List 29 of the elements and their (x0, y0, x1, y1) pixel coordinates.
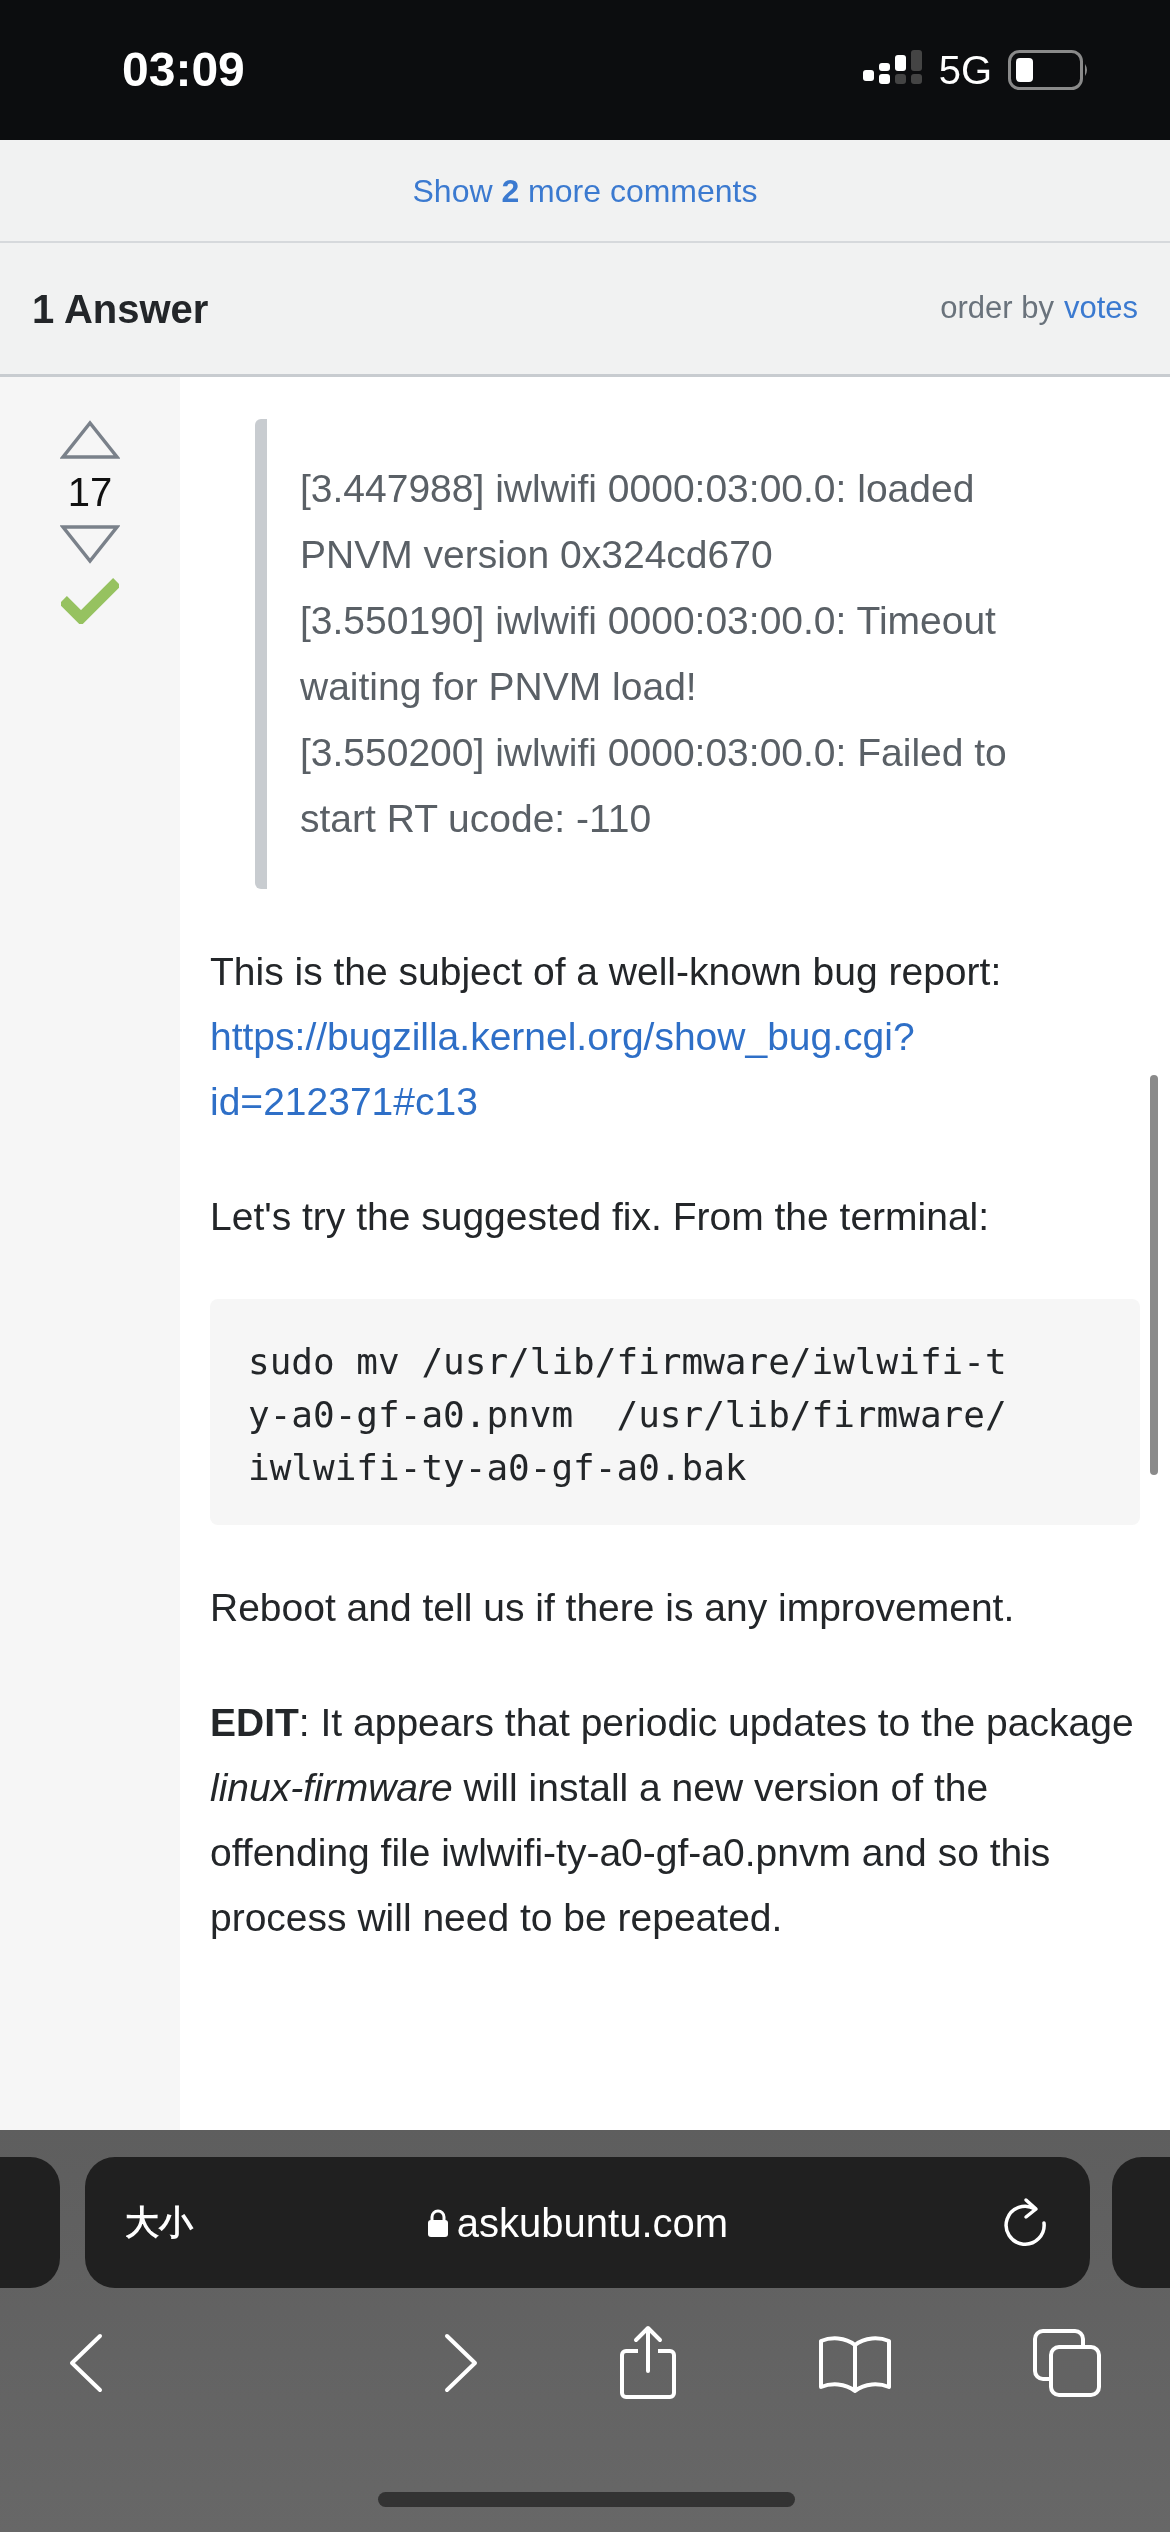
url-text: askubuntu.com (456, 2199, 729, 2247)
forward-button[interactable] (443, 2333, 479, 2393)
clock-time: 03:09 (122, 42, 245, 98)
tabs-button[interactable] (1032, 2328, 1102, 2398)
order-label: order by (940, 289, 1054, 328)
answer-paragraph: Let's try the suggested fix. From the terminal: (210, 1194, 991, 1240)
tab-pill[interactable] (1112, 2157, 1170, 2288)
text-size-button[interactable]: 大小 (125, 2197, 193, 2248)
sort-link[interactable]: votes (1063, 285, 1138, 332)
downvote-button[interactable] (60, 524, 120, 564)
network-label: 5G (938, 47, 992, 94)
show-comments-link[interactable]: Show 2 more comments (412, 166, 758, 215)
bug-report-link[interactable]: https://bugzilla.kernel.org/show_bug.cgi?id=212371#c13 (210, 1004, 1130, 1134)
share-button[interactable] (618, 2325, 678, 2401)
address-bar[interactable]: 大小 askubuntu.com (85, 2157, 1090, 2288)
log-line: [3.550200] iwlwifi 0000:03:00.0: Failed to start RT ucode: -110 (300, 730, 1008, 842)
log-line: [3.550190] iwlwifi 0000:03:00.0: Timeout waiting for PNVM load! (300, 598, 997, 710)
answer-paragraph: Reboot and tell us if there is any improvement. (210, 1585, 1016, 1631)
back-button[interactable] (68, 2333, 104, 2393)
log-line: [3.447988] iwlwifi 0000:03:00.0: loaded PNVM version 0x324cd670 (300, 466, 976, 578)
answer-paragraph: EDIT: It appears that periodic updates to the package linux-firmware will install a new version of the offending file iwlwifi-ty-a0-gf-a0.pnvm and so this process will need to be repeated. (210, 1700, 1135, 1941)
answers-heading: 1 Answer (32, 285, 209, 333)
tab-pill[interactable] (0, 2157, 60, 2288)
bookmarks-button[interactable] (817, 2333, 893, 2393)
battery-icon (1008, 50, 1090, 90)
answer-paragraph: This is the subject of a well-known bug report: (210, 949, 1003, 995)
vote-count: 17 (67, 469, 113, 516)
upvote-button[interactable] (60, 420, 120, 460)
code-block-text: sudo mv /usr/lib/firmware/iwlwifi-ty-a0-gf-a0.pnvm /usr/lib/firmware/iwlwifi-ty-a0-gf-a0.bak (248, 1340, 1007, 1490)
